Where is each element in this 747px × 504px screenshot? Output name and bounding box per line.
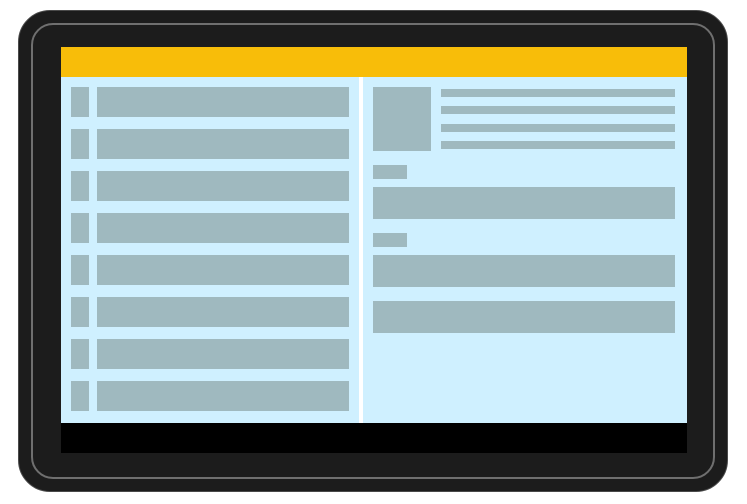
section-tag [373,165,407,179]
list-item-icon [71,381,89,411]
left-list [71,87,349,423]
column-divider [359,77,363,423]
detail-line [441,141,675,149]
detail-header-lines [441,87,675,151]
detail-line [441,89,675,97]
list-item-label [97,171,349,201]
list-item-label [97,213,349,243]
list-item-label [97,381,349,411]
list-item-icon [71,87,89,117]
screen [61,47,687,453]
list-item-label [97,339,349,369]
list-item-label [97,297,349,327]
list-item[interactable] [71,255,349,285]
list-item-icon [71,129,89,159]
list-item[interactable] [71,87,349,117]
list-item[interactable] [71,339,349,369]
detail-line [441,124,675,132]
list-item-icon [71,297,89,327]
list-item[interactable] [71,381,349,411]
list-item-label [97,87,349,117]
detail-pane [373,87,675,347]
section-body [373,255,675,287]
list-item-icon [71,213,89,243]
content-area [61,77,687,423]
section-body [373,187,675,219]
list-item[interactable] [71,171,349,201]
list-item-icon [71,171,89,201]
detail-thumbnail [373,87,431,151]
list-item-label [97,129,349,159]
list-item-icon [71,255,89,285]
tablet-frame [18,10,728,492]
detail-header [373,87,675,151]
bottom-bar [61,423,687,453]
list-item-icon [71,339,89,369]
list-item[interactable] [71,297,349,327]
list-item[interactable] [71,129,349,159]
section-tag [373,233,407,247]
header-bar [61,47,687,77]
section-body [373,301,675,333]
list-item-label [97,255,349,285]
list-item[interactable] [71,213,349,243]
detail-line [441,106,675,114]
